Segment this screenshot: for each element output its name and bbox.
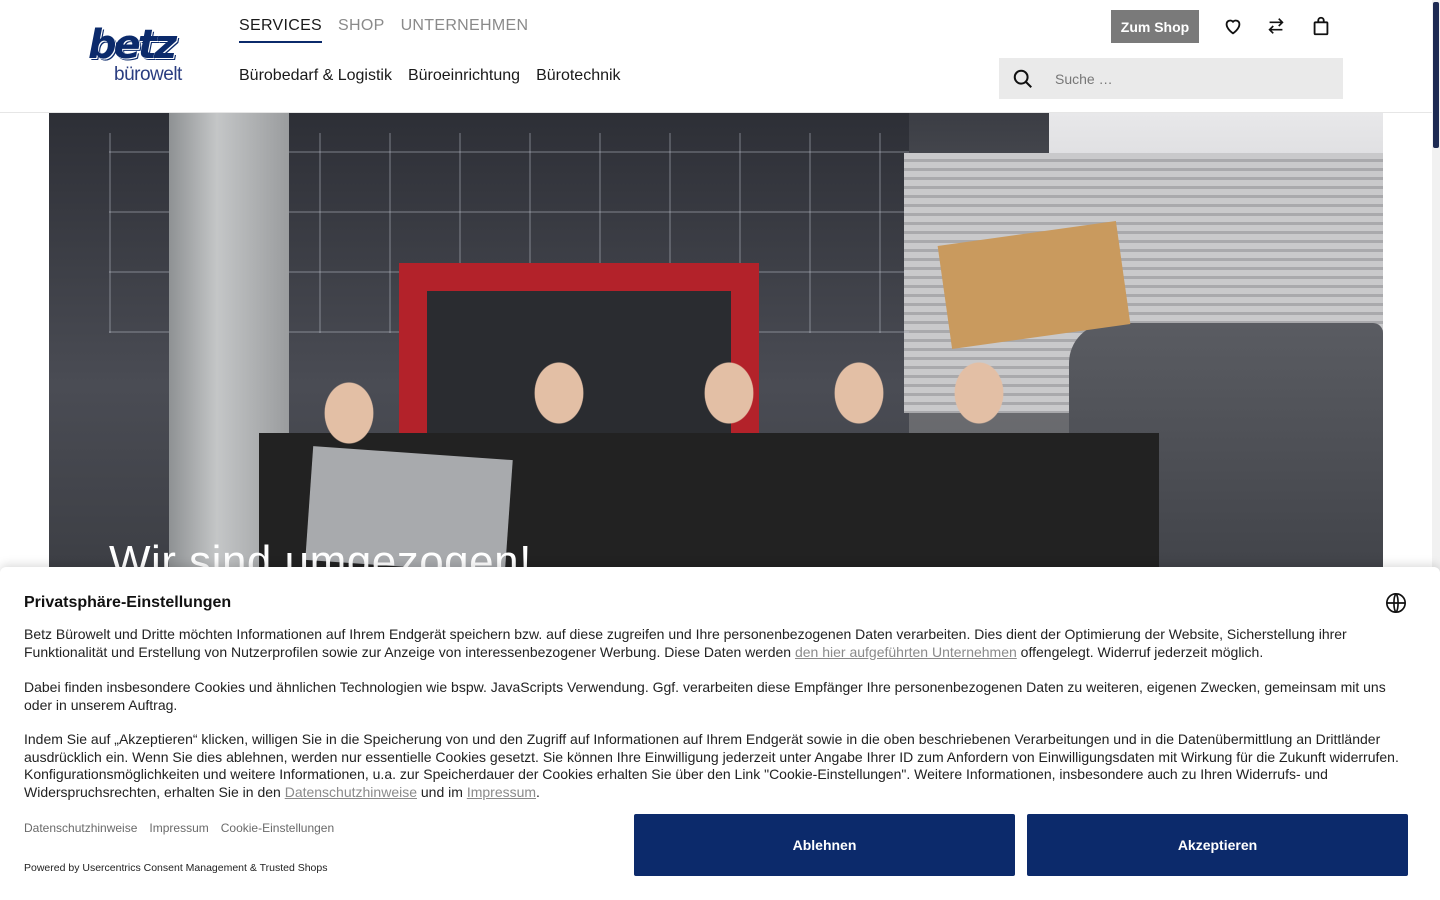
search-bar bbox=[999, 58, 1343, 99]
consent-p1-text-end: offengelegt. Widerruf jederzeit möglich. bbox=[1016, 643, 1264, 660]
hero-image: Wir sind umgezogen! bbox=[49, 113, 1383, 567]
language-globe-icon[interactable] bbox=[1385, 592, 1407, 614]
logo-main-text: betz bbox=[88, 22, 177, 68]
sub-nav-bueroeinrichtung[interactable]: Büroeinrichtung bbox=[408, 67, 520, 85]
companies-link[interactable]: den hier aufgeführten Unternehmen bbox=[795, 644, 1017, 660]
consent-paragraph-2: Dabei finden insbesondere Cookies und äh… bbox=[24, 679, 1386, 713]
scrollbar-thumb[interactable] bbox=[1433, 2, 1439, 148]
consent-paragraph-3: Indem Sie auf „Akzeptieren“ klicken, wil… bbox=[24, 731, 1414, 801]
sub-nav-buerobedarf[interactable]: Bürobedarf & Logistik bbox=[239, 67, 392, 85]
hero-caption: Wir sind umgezogen! bbox=[109, 537, 532, 567]
top-nav-services[interactable]: SERVICES bbox=[239, 17, 323, 43]
search-icon[interactable] bbox=[999, 58, 1047, 99]
consent-title: Privatsphäre-Einstellungen bbox=[24, 594, 232, 611]
consent-p3-end: . bbox=[536, 783, 540, 800]
sub-nav: Bürobedarf & Logistik Büroeinrichtung Bü… bbox=[239, 67, 621, 85]
accept-button[interactable]: Akzeptieren bbox=[1027, 814, 1408, 876]
logo-sub-text: bürowelt bbox=[114, 64, 182, 85]
privacy-link-inline[interactable]: Datenschutzhinweise bbox=[285, 784, 417, 800]
consent-footer-links: Datenschutzhinweise Impressum Cookie-Ein… bbox=[24, 821, 334, 835]
consent-paragraph-1: Betz Bürowelt und Dritte möchten Informa… bbox=[24, 626, 1414, 661]
consent-p3-mid: und im bbox=[417, 783, 467, 800]
top-nav-shop[interactable]: SHOP bbox=[338, 17, 385, 43]
footer-link-impressum[interactable]: Impressum bbox=[149, 821, 208, 835]
cookie-consent-banner: Privatsphäre-Einstellungen Betz Bürowelt… bbox=[0, 567, 1440, 900]
search-input[interactable] bbox=[1055, 70, 1325, 87]
imprint-link-inline[interactable]: Impressum bbox=[467, 784, 536, 800]
compare-icon[interactable] bbox=[1264, 14, 1288, 38]
heart-icon[interactable] bbox=[1221, 14, 1245, 38]
footer-link-datenschutz[interactable]: Datenschutzhinweise bbox=[24, 821, 137, 835]
logo[interactable]: betz bürowelt bbox=[88, 22, 192, 88]
site-header: betz bürowelt SERVICES SHOP UNTERNEHMEN … bbox=[0, 0, 1432, 113]
bag-icon[interactable] bbox=[1309, 14, 1333, 38]
powered-by: Powered by Usercentrics Consent Manageme… bbox=[24, 862, 328, 874]
footer-link-cookie-settings[interactable]: Cookie-Einstellungen bbox=[221, 821, 334, 835]
top-nav: SERVICES SHOP UNTERNEHMEN bbox=[239, 17, 528, 43]
consent-p3-text: Indem Sie auf „Akzeptieren“ klicken, wil… bbox=[24, 731, 1399, 800]
zum-shop-button[interactable]: Zum Shop bbox=[1111, 10, 1199, 43]
sub-nav-buerotechnik[interactable]: Bürotechnik bbox=[536, 67, 621, 85]
top-nav-unternehmen[interactable]: UNTERNEHMEN bbox=[401, 17, 529, 43]
decline-button[interactable]: Ablehnen bbox=[634, 814, 1015, 876]
